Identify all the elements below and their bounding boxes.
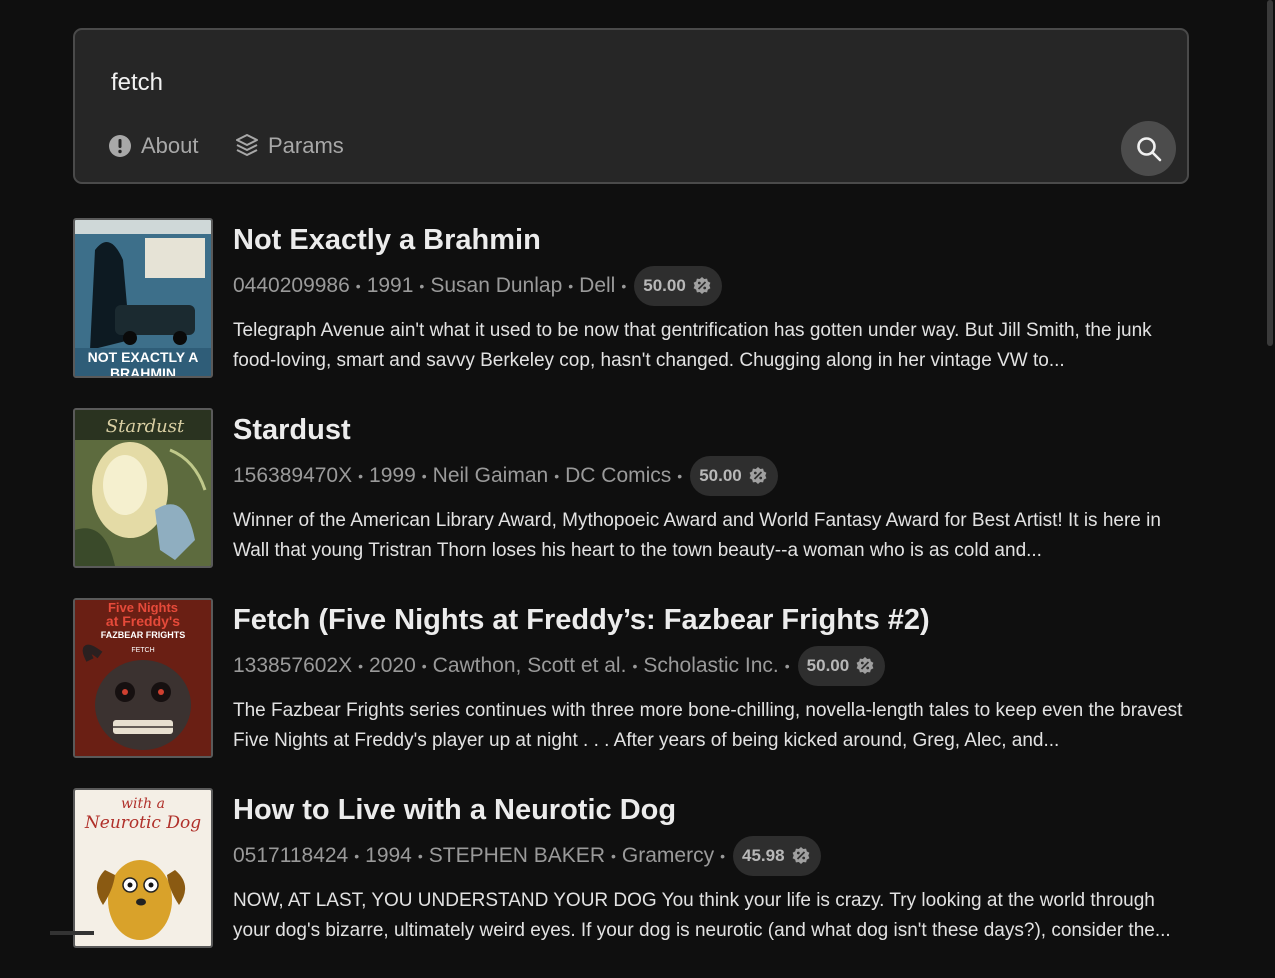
horizontal-scrollbar-thumb[interactable] — [50, 931, 94, 935]
params-button[interactable]: Params — [235, 133, 344, 159]
book-meta: 133857602X • 2020 • Cawthon, Scott et al. •… — [233, 646, 1193, 686]
price-value: 50.00 — [643, 276, 686, 295]
search-box: About Params — [73, 28, 1189, 184]
price-value: 50.00 — [806, 656, 850, 675]
book-title[interactable]: Stardust — [233, 410, 1193, 450]
book-description: Winner of the American Library Award, My… — [233, 510, 1161, 561]
price-value: 45.98 — [741, 846, 785, 865]
search-input[interactable] — [111, 66, 1011, 100]
book-author: STEPHEN BAKER — [428, 844, 605, 867]
book-meta: 0517118424 • 1994 • STEPHEN BAKER • Gramerc… — [233, 836, 1193, 876]
layers-icon — [236, 134, 258, 156]
results-list: NOT EXACTLY A BRAHMIN Not Exactly a Brah… — [73, 218, 1203, 978]
search-button[interactable] — [1121, 121, 1176, 176]
result-item: Five Nights at Freddy's FAZBEAR FRIGHTS … — [73, 598, 1203, 788]
book-publisher: Dell — [579, 274, 616, 297]
svg-text:with a: with a — [121, 796, 165, 812]
book-cover[interactable]: Five Nights at Freddy's FAZBEAR FRIGHTS … — [73, 598, 213, 758]
book-cover[interactable]: NOT EXACTLY A BRAHMIN — [73, 218, 213, 378]
book-year: 1991 — [366, 274, 414, 297]
book-cover[interactable]: with a Neurotic Dog — [73, 788, 213, 948]
svg-text:NOT EXACTLY A: NOT EXACTLY A — [88, 349, 199, 365]
info-icon — [109, 135, 131, 157]
book-isbn: 156389470X — [233, 464, 353, 487]
book-author: Neil Gaiman — [432, 464, 549, 487]
svg-text:Stardust: Stardust — [106, 416, 185, 437]
book-meta: 0440209986 • 1991 • Susan Dunlap • Dell • 50… — [233, 266, 1193, 306]
result-item: Stardust Stardust 156389470X • 1999 • Neil… — [73, 408, 1203, 598]
svg-text:Neurotic Dog: Neurotic Dog — [84, 813, 201, 833]
book-description: The Fazbear Frights series continues wit… — [233, 700, 1183, 751]
book-isbn: 0517118424 — [233, 844, 349, 867]
book-title[interactable]: Fetch (Five Nights at Freddy’s: Fazbear … — [233, 600, 1193, 640]
book-isbn: 0440209986 — [233, 274, 350, 297]
book-title[interactable]: How to Live with a Neurotic Dog — [233, 790, 1193, 830]
about-button[interactable]: About — [108, 133, 199, 159]
book-description: NOW, AT LAST, YOU UNDERSTAND YOUR DOG Yo… — [233, 890, 1171, 941]
book-title[interactable]: Not Exactly a Brahmin — [233, 220, 1193, 260]
book-publisher: Scholastic Inc. — [643, 654, 779, 677]
price-value: 50.00 — [699, 466, 742, 485]
book-publisher: DC Comics — [565, 464, 672, 487]
book-author: Susan Dunlap — [430, 274, 563, 297]
search-icon — [1136, 136, 1161, 161]
svg-text:at Freddy's: at Freddy's — [106, 613, 180, 629]
discount-icon — [856, 657, 874, 674]
book-description: Telegraph Avenue ain't what it used to b… — [233, 320, 1152, 371]
scrollbar-thumb[interactable] — [1267, 0, 1273, 346]
price-badge: 50.00 — [634, 266, 722, 306]
price-badge: 50.00 — [797, 646, 886, 686]
book-cover[interactable]: Stardust — [73, 408, 213, 568]
result-item: with a Neurotic Dog How to Live with a N… — [73, 788, 1203, 978]
discount-icon — [792, 847, 809, 864]
vertical-scrollbar[interactable] — [1265, 0, 1275, 935]
svg-text:BRAHMIN: BRAHMIN — [110, 365, 176, 376]
about-label: About — [141, 133, 199, 158]
book-meta: 156389470X • 1999 • Neil Gaiman • DC Comics… — [233, 456, 1193, 496]
params-label: Params — [268, 133, 344, 158]
svg-text:FAZBEAR FRIGHTS: FAZBEAR FRIGHTS — [101, 630, 186, 640]
price-badge: 45.98 — [732, 836, 821, 876]
discount-icon — [693, 277, 711, 294]
price-badge: 50.00 — [690, 456, 778, 496]
book-year: 1999 — [369, 464, 416, 487]
book-year: 1994 — [365, 844, 412, 867]
svg-text:FETCH: FETCH — [131, 647, 154, 654]
result-item: NOT EXACTLY A BRAHMIN Not Exactly a Brah… — [73, 218, 1203, 408]
book-publisher: Gramercy — [621, 844, 715, 867]
discount-icon — [749, 467, 767, 484]
book-year: 2020 — [369, 654, 416, 677]
book-isbn: 133857602X — [233, 654, 353, 677]
book-author: Cawthon, Scott et al. — [432, 654, 627, 677]
